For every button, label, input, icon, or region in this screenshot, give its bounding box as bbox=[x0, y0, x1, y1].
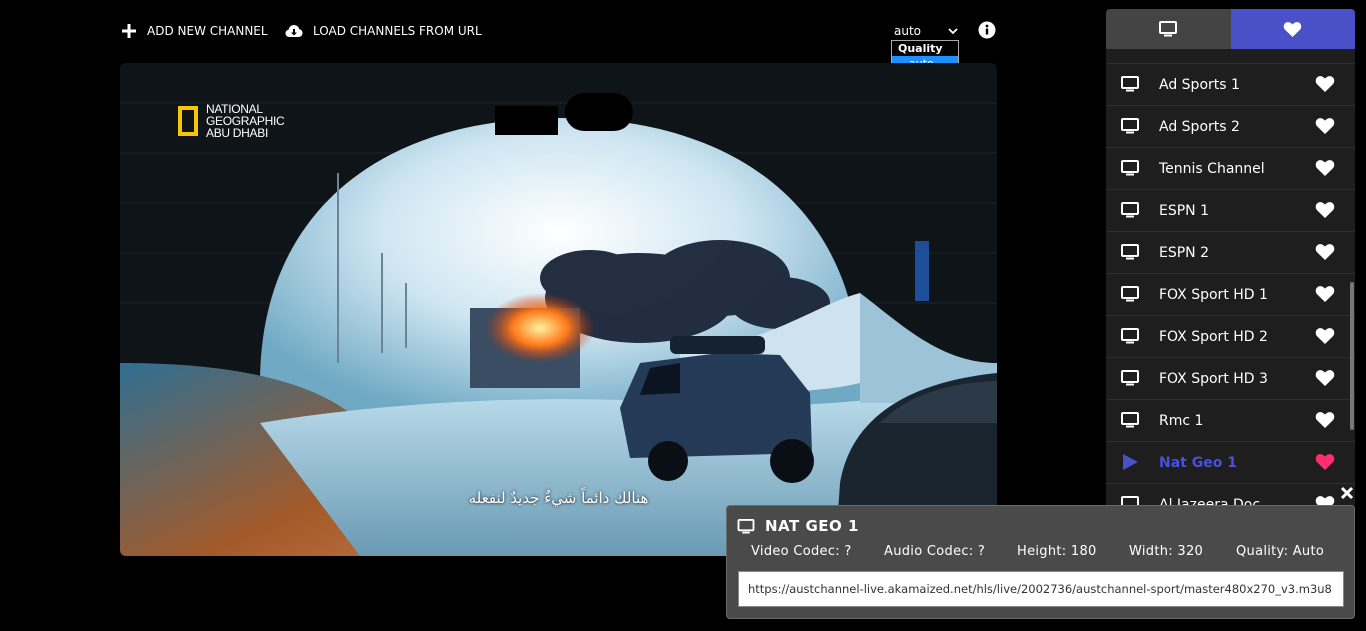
tv-icon bbox=[1121, 244, 1139, 260]
channel-name: FOX Sport HD 1 bbox=[1159, 286, 1268, 303]
tv-icon bbox=[1159, 21, 1178, 37]
sidebar-scrollbar[interactable] bbox=[1350, 282, 1354, 430]
tv-icon bbox=[1121, 328, 1139, 344]
tv-icon bbox=[1121, 160, 1139, 176]
channel-logo: NATIONAL GEOGRAPHIC ABU DHABI bbox=[178, 103, 285, 140]
tv-icon bbox=[1121, 76, 1139, 92]
tv-icon bbox=[737, 519, 755, 534]
quality-text: Quality: Auto bbox=[1236, 544, 1325, 559]
tv-icon bbox=[1121, 412, 1139, 428]
favorite-heart-icon[interactable] bbox=[1315, 159, 1335, 181]
close-icon[interactable] bbox=[1339, 485, 1355, 501]
channel-name: Nat Geo 1 bbox=[1159, 454, 1237, 471]
load-channels-from-url-button[interactable]: LOAD CHANNELS FROM URL bbox=[285, 21, 482, 41]
plus-icon bbox=[122, 24, 136, 38]
height-text: Height: 180 bbox=[1017, 544, 1097, 559]
logo-line-3: ABU DHABI bbox=[206, 126, 268, 140]
tv-icon bbox=[1121, 370, 1139, 386]
channel-name: Ad Sports 1 bbox=[1159, 76, 1240, 93]
channel-list: Ad Sports 1 Ad Sports 2 Tennis Channel ESPN… bbox=[1106, 63, 1355, 524]
channel-name: FOX Sport HD 3 bbox=[1159, 370, 1268, 387]
sidebar-tabs bbox=[1106, 9, 1355, 49]
channel-name: ESPN 1 bbox=[1159, 202, 1210, 219]
channel-item[interactable]: Rmc 1 bbox=[1106, 399, 1355, 441]
tab-favorites[interactable] bbox=[1230, 9, 1355, 49]
quality-selected-value: auto bbox=[894, 24, 922, 38]
favorite-heart-icon[interactable] bbox=[1315, 117, 1335, 139]
quality-group-label: Quality bbox=[898, 42, 943, 55]
channel-sidebar: Ad Sports 1 Ad Sports 2 Tennis Channel ESPN… bbox=[1106, 9, 1355, 524]
favorite-heart-icon[interactable] bbox=[1315, 201, 1335, 223]
favorite-heart-icon[interactable] bbox=[1315, 327, 1335, 349]
favorite-heart-icon[interactable] bbox=[1315, 75, 1335, 97]
channel-name: FOX Sport HD 2 bbox=[1159, 328, 1268, 345]
video-codec-text: Video Codec: ? bbox=[751, 544, 852, 559]
video-player[interactable]: NATIONAL GEOGRAPHIC ABU DHABI هنالك دائم… bbox=[120, 63, 997, 556]
channel-item[interactable]: Tennis Channel bbox=[1106, 147, 1355, 189]
channel-item[interactable]: ESPN 2 bbox=[1106, 231, 1355, 273]
channel-item[interactable]: ESPN 1 bbox=[1106, 189, 1355, 231]
width-text: Width: 320 bbox=[1129, 544, 1204, 559]
tv-icon bbox=[1121, 118, 1139, 134]
channel-item[interactable]: FOX Sport HD 1 bbox=[1106, 273, 1355, 315]
channel-name: Tennis Channel bbox=[1159, 160, 1265, 177]
chevron-down-icon bbox=[948, 27, 958, 34]
channel-item[interactable]: Nat Geo 1 bbox=[1106, 441, 1355, 483]
channel-name: Rmc 1 bbox=[1159, 412, 1204, 429]
add-new-channel-label: ADD NEW CHANNEL bbox=[147, 24, 268, 38]
load-channels-label: LOAD CHANNELS FROM URL bbox=[313, 24, 482, 38]
quality-select[interactable]: auto bbox=[894, 23, 958, 39]
tab-all-channels[interactable] bbox=[1106, 9, 1231, 49]
add-new-channel-button[interactable]: ADD NEW CHANNEL bbox=[121, 21, 268, 41]
logo-frame-icon bbox=[178, 106, 198, 136]
stream-url-field[interactable]: https://austchannel-live.akamaized.net/h… bbox=[738, 571, 1344, 607]
info-icon[interactable] bbox=[978, 21, 996, 39]
channel-item[interactable]: Ad Sports 2 bbox=[1106, 105, 1355, 147]
favorite-heart-icon[interactable] bbox=[1315, 369, 1335, 391]
channel-name: Ad Sports 2 bbox=[1159, 118, 1240, 135]
audio-codec-text: Audio Codec: ? bbox=[884, 544, 986, 559]
heart-icon bbox=[1283, 21, 1302, 37]
channel-item[interactable]: FOX Sport HD 2 bbox=[1106, 315, 1355, 357]
tv-icon bbox=[1121, 286, 1139, 302]
cloud-download-icon bbox=[285, 25, 303, 37]
channel-name: ESPN 2 bbox=[1159, 244, 1210, 261]
channel-item[interactable]: FOX Sport HD 3 bbox=[1106, 357, 1355, 399]
tv-icon bbox=[1121, 202, 1139, 218]
favorite-heart-icon[interactable] bbox=[1315, 411, 1335, 433]
favorite-heart-icon[interactable] bbox=[1315, 243, 1335, 265]
channel-info-panel: NAT GEO 1 Video Codec: ? Audio Codec: ? … bbox=[726, 505, 1355, 619]
channel-item[interactable]: Ad Sports 1 bbox=[1106, 63, 1355, 105]
favorite-heart-icon[interactable] bbox=[1315, 285, 1335, 307]
play-icon bbox=[1123, 454, 1138, 470]
favorite-heart-icon[interactable] bbox=[1315, 453, 1335, 475]
panel-channel-title: NAT GEO 1 bbox=[765, 517, 859, 535]
